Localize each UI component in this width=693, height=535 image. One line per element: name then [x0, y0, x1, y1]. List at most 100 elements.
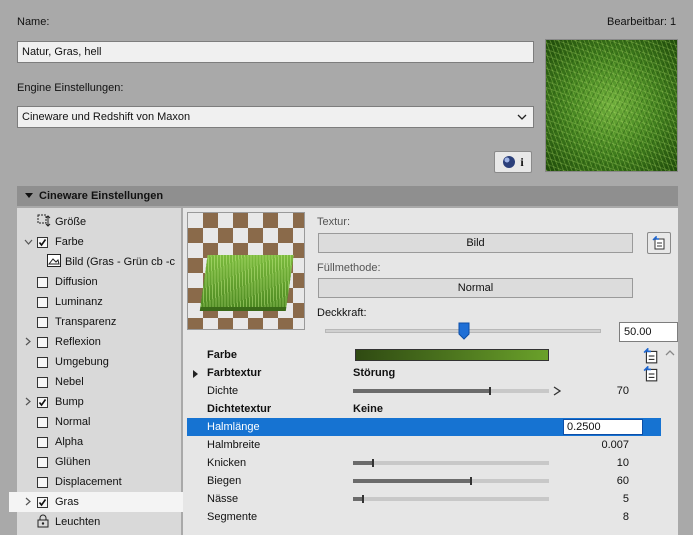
- property-value[interactable]: Keine: [353, 403, 383, 415]
- property-value: 10: [616, 457, 629, 469]
- tree-item-label: Umgebung: [55, 356, 109, 368]
- tree-item-label: Normal: [55, 416, 91, 428]
- tree-item-label: Leuchten: [55, 516, 101, 528]
- material-name-input[interactable]: Natur, Gras, hell: [17, 41, 534, 63]
- material-preview-image: [545, 39, 678, 172]
- color-texture-options-icon[interactable]: [643, 366, 659, 382]
- texture-options-button[interactable]: [647, 232, 671, 254]
- slider-thumb[interactable]: [361, 495, 364, 503]
- tree-item-bild-gras-grün-cb-c[interactable]: Bild (Gras - Grün cb -c: [17, 252, 181, 272]
- property-slider[interactable]: [353, 459, 549, 467]
- property-name: Dichtetextur: [207, 403, 272, 415]
- tree-item-größe[interactable]: Größe: [17, 212, 181, 232]
- tree-item-glühen[interactable]: Glühen: [17, 452, 181, 472]
- image-icon: [47, 254, 61, 270]
- collapse-triangle-icon: [25, 193, 33, 198]
- opacity-slider-thumb[interactable]: [458, 322, 470, 340]
- property-row-biegen[interactable]: Biegen 60: [187, 472, 645, 490]
- grass-properties-list: Farbe Farbtextur Störung Dichte 70 Dichtetext…: [187, 346, 661, 535]
- property-name: Knicken: [207, 457, 247, 469]
- property-name: Dichte: [207, 385, 239, 397]
- size-icon: [37, 214, 51, 231]
- property-name: Segmente: [207, 511, 258, 523]
- checkbox[interactable]: [37, 296, 48, 308]
- checkbox[interactable]: [37, 336, 48, 348]
- slider-thumb[interactable]: [489, 387, 492, 395]
- tree-item-diffusion[interactable]: Diffusion: [17, 272, 181, 292]
- checkbox[interactable]: [37, 376, 48, 388]
- property-row-farbe[interactable]: Farbe: [187, 346, 645, 364]
- expand-right-icon[interactable]: [193, 369, 198, 381]
- tree-item-nebel[interactable]: Nebel: [17, 372, 181, 392]
- texture-button[interactable]: Bild: [318, 233, 633, 253]
- tree-item-luminanz[interactable]: Luminanz: [17, 292, 181, 312]
- tree-item-reflexion[interactable]: Reflexion: [17, 332, 181, 352]
- tree-item-transparenz[interactable]: Transparenz: [17, 312, 181, 332]
- tree-item-farbe[interactable]: Farbe: [17, 232, 181, 252]
- slider-arrow-icon[interactable]: [553, 386, 562, 399]
- color-gradient-swatch[interactable]: [355, 349, 549, 361]
- checkbox[interactable]: [37, 456, 48, 468]
- tree-item-bump[interactable]: Bump: [17, 392, 181, 412]
- checkbox[interactable]: [37, 396, 48, 408]
- tree-item-displacement[interactable]: Displacement: [17, 472, 181, 492]
- scroll-up-icon[interactable]: [665, 349, 675, 356]
- checkbox[interactable]: [37, 276, 48, 288]
- cineware-info-button[interactable]: i: [494, 151, 532, 173]
- checkbox[interactable]: [37, 316, 48, 328]
- property-value-input[interactable]: 0.2500: [563, 419, 643, 435]
- tree-item-label: Bild (Gras - Grün cb -c: [65, 256, 176, 268]
- section-title: Cineware Einstellungen: [39, 190, 164, 202]
- property-row-halmlänge[interactable]: Halmlänge 0.2500: [187, 418, 661, 436]
- tree-item-umgebung[interactable]: Umgebung: [17, 352, 181, 372]
- info-icon: i: [520, 154, 524, 169]
- property-value[interactable]: 0.007: [601, 439, 629, 451]
- checkbox[interactable]: [37, 416, 48, 428]
- fill-method-label: Füllmethode:: [317, 262, 381, 274]
- opacity-input-value: 50.00: [624, 326, 652, 338]
- tree-item-label: Nebel: [55, 376, 84, 388]
- property-name: Nässe: [207, 493, 239, 505]
- tree-item-label: Diffusion: [55, 276, 98, 288]
- property-row-segmente[interactable]: Segmente 8: [187, 508, 645, 526]
- fill-method-button[interactable]: Normal: [318, 278, 633, 298]
- tree-item-gras[interactable]: Gras: [9, 492, 184, 512]
- expand-right-icon[interactable]: [23, 397, 33, 408]
- property-row-farbtextur[interactable]: Farbtextur Störung: [187, 364, 645, 382]
- texture-button-label: Bild: [466, 237, 485, 249]
- expand-right-icon[interactable]: [23, 497, 33, 508]
- tree-item-alpha[interactable]: Alpha: [17, 432, 181, 452]
- property-row-halmbreite[interactable]: Halmbreite 0.007: [187, 436, 645, 454]
- checkbox[interactable]: [37, 496, 48, 508]
- opacity-slider[interactable]: [325, 322, 601, 340]
- cineware-settings-header[interactable]: Cineware Einstellungen: [17, 186, 678, 206]
- property-slider[interactable]: [353, 495, 549, 503]
- checkbox[interactable]: [37, 356, 48, 368]
- checkbox[interactable]: [37, 436, 48, 448]
- name-label: Name:: [17, 16, 50, 28]
- property-slider[interactable]: [353, 387, 549, 395]
- tree-item-leuchten[interactable]: Leuchten: [17, 512, 181, 532]
- property-row-dichte[interactable]: Dichte 70: [187, 382, 645, 400]
- engine-settings-label: Engine Einstellungen:: [17, 82, 124, 94]
- tree-item-label: Größe: [55, 216, 87, 228]
- opacity-label: Deckkraft:: [317, 307, 367, 319]
- property-row-nässe[interactable]: Nässe 5: [187, 490, 645, 508]
- expand-right-icon[interactable]: [23, 337, 33, 348]
- checkbox[interactable]: [37, 236, 48, 248]
- opacity-input[interactable]: 50.00: [619, 322, 678, 342]
- engine-select[interactable]: Cineware und Redshift von Maxon: [17, 106, 534, 128]
- tree-item-normal[interactable]: Normal: [17, 412, 181, 432]
- slider-thumb[interactable]: [371, 459, 374, 467]
- property-row-knicken[interactable]: Knicken 10: [187, 454, 645, 472]
- expand-down-icon[interactable]: [23, 237, 33, 247]
- tree-item-label: Bump: [55, 396, 84, 408]
- property-row-dichtetextur[interactable]: Dichtetextur Keine: [187, 400, 645, 418]
- property-value[interactable]: Störung: [353, 367, 395, 379]
- slider-thumb[interactable]: [469, 477, 472, 485]
- color-texture-link-icon[interactable]: [643, 348, 659, 364]
- property-value[interactable]: 8: [623, 511, 629, 523]
- checkbox[interactable]: [37, 476, 48, 488]
- property-slider[interactable]: [353, 477, 549, 485]
- tree-item-label: Reflexion: [55, 336, 101, 348]
